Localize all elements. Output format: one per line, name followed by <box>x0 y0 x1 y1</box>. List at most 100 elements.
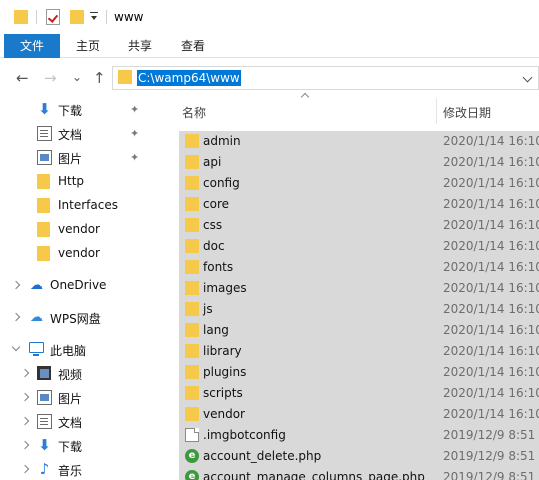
recent-locations-icon[interactable]: ⌄ <box>72 69 82 85</box>
file-name: core <box>203 197 229 211</box>
folder-icon <box>118 70 132 84</box>
folder-icon <box>185 239 199 253</box>
list-item[interactable]: doc 2020/1/14 16:10 <box>179 236 539 257</box>
folder-icon <box>185 344 199 358</box>
folder-icon <box>185 134 199 148</box>
sidebar-item-videos[interactable]: 视频 <box>0 362 146 386</box>
navigation-pane: ⬇ 下载 ✦ 文档 ✦ 图片 ✦ Http Interfaces vendor … <box>0 98 146 480</box>
forward-icon[interactable]: → <box>44 70 57 86</box>
folder-icon <box>185 197 199 211</box>
sidebar-item-label: 文档 <box>58 128 83 142</box>
file-modified-date: 2019/12/9 8:51 <box>443 428 536 442</box>
file-name: config <box>203 176 240 190</box>
sidebar-item-downloads[interactable]: ⬇ 下载 <box>0 434 146 458</box>
chevron-right-icon[interactable] <box>11 312 21 322</box>
sidebar-item-this-pc[interactable]: 此电脑 <box>0 338 146 362</box>
file-modified-date: 2019/12/9 8:51 <box>443 470 536 480</box>
sidebar-item-label: vendor <box>58 246 100 260</box>
file-name: lang <box>203 323 229 337</box>
sidebar-item-vendor[interactable]: vendor <box>0 242 146 266</box>
file-modified-date: 2020/1/14 16:10 <box>443 155 539 169</box>
list-item[interactable]: api 2020/1/14 16:10 <box>179 152 539 173</box>
list-item[interactable]: fonts 2020/1/14 16:10 <box>179 257 539 278</box>
tab-file[interactable]: 文件 <box>4 34 60 58</box>
file-modified-date: 2020/1/14 16:10 <box>443 176 539 190</box>
folder-icon <box>185 302 199 316</box>
list-item[interactable]: images 2020/1/14 16:10 <box>179 278 539 299</box>
chevron-down-icon[interactable] <box>11 342 21 352</box>
sidebar-item-label: 下载 <box>58 104 83 118</box>
folder-icon <box>14 10 28 24</box>
sidebar-item-http[interactable]: Http <box>0 170 146 194</box>
chevron-right-icon[interactable] <box>20 440 30 450</box>
pin-icon[interactable]: ✦ <box>130 104 140 116</box>
sidebar-item-interfaces[interactable]: Interfaces <box>0 194 146 218</box>
file-name: admin <box>203 134 241 148</box>
list-item[interactable]: .imgbotconfig 2019/12/9 8:51 <box>179 425 539 446</box>
file-modified-date: 2020/1/14 16:10 <box>443 239 539 253</box>
videos-icon <box>37 366 51 380</box>
sidebar-item-documents[interactable]: 文档 ✦ <box>0 122 146 146</box>
cloud-icon: ☁ <box>30 278 43 293</box>
address-input[interactable]: C:\wamp64\www <box>137 70 241 86</box>
file-name: doc <box>203 239 225 253</box>
php-file-icon: e <box>185 470 199 480</box>
file-modified-date: 2020/1/14 16:10 <box>443 365 539 379</box>
properties-icon[interactable] <box>46 9 60 25</box>
list-item[interactable]: js 2020/1/14 16:10 <box>179 299 539 320</box>
file-modified-date: 2020/1/14 16:10 <box>443 134 539 148</box>
column-divider[interactable] <box>436 98 437 124</box>
list-item[interactable]: scripts 2020/1/14 16:10 <box>179 383 539 404</box>
download-icon: ⬇ <box>38 436 51 454</box>
sidebar-item-pictures[interactable]: 图片 ✦ <box>0 146 146 170</box>
sidebar-item-pictures[interactable]: 图片 <box>0 386 146 410</box>
new-folder-icon[interactable] <box>70 10 84 24</box>
window-title: www <box>114 10 144 24</box>
folder-icon <box>185 155 199 169</box>
column-header-date[interactable]: 修改日期 <box>443 104 491 121</box>
file-name: .imgbotconfig <box>203 428 286 442</box>
list-item[interactable]: library 2020/1/14 16:10 <box>179 341 539 362</box>
pane-splitter[interactable] <box>146 98 159 480</box>
up-icon[interactable]: ↑ <box>93 70 106 86</box>
list-item[interactable]: e account_manage_columns_page.php 2019/12/… <box>179 467 539 480</box>
pictures-icon <box>37 150 52 165</box>
sidebar-item-documents[interactable]: 文档 <box>0 410 146 434</box>
list-item[interactable]: core 2020/1/14 16:10 <box>179 194 539 215</box>
pin-icon[interactable]: ✦ <box>130 152 140 164</box>
file-name: api <box>203 155 222 169</box>
list-item[interactable]: lang 2020/1/14 16:10 <box>179 320 539 341</box>
list-item[interactable]: plugins 2020/1/14 16:10 <box>179 362 539 383</box>
sidebar-item-onedrive[interactable]: ☁ OneDrive <box>0 274 146 298</box>
sidebar-item-downloads[interactable]: ⬇ 下载 ✦ <box>0 98 146 122</box>
tab-view[interactable]: 查看 <box>166 34 220 58</box>
tab-home[interactable]: 主页 <box>62 34 114 58</box>
back-icon[interactable]: ← <box>16 70 29 86</box>
folder-icon <box>37 174 50 189</box>
tab-share[interactable]: 共享 <box>114 34 166 58</box>
folder-icon <box>185 218 199 232</box>
chevron-right-icon[interactable] <box>11 280 21 290</box>
chevron-right-icon[interactable] <box>20 416 30 426</box>
column-header-name[interactable]: 名称 <box>182 104 206 121</box>
list-item[interactable]: vendor 2020/1/14 16:10 <box>179 404 539 425</box>
folder-icon <box>185 323 199 337</box>
customize-toolbar-icon[interactable] <box>90 12 98 22</box>
list-item[interactable]: admin 2020/1/14 16:10 <box>179 131 539 152</box>
list-item[interactable]: e account_delete.php 2019/12/9 8:51 <box>179 446 539 467</box>
documents-icon <box>37 126 52 141</box>
chevron-right-icon[interactable] <box>20 392 30 402</box>
download-icon: ⬇ <box>38 100 51 118</box>
chevron-right-icon[interactable] <box>20 464 30 474</box>
sidebar-item-vendor[interactable]: vendor <box>0 218 146 242</box>
sidebar-item-wps[interactable]: ☁ WPS网盘 <box>0 306 146 330</box>
sidebar-item-music[interactable]: ♪ 音乐 <box>0 458 146 480</box>
file-name: images <box>203 281 247 295</box>
folder-icon <box>185 365 199 379</box>
list-item[interactable]: config 2020/1/14 16:10 <box>179 173 539 194</box>
list-item[interactable]: css 2020/1/14 16:10 <box>179 215 539 236</box>
file-modified-date: 2020/1/14 16:10 <box>443 323 539 337</box>
sidebar-item-label: 此电脑 <box>50 344 87 358</box>
pin-icon[interactable]: ✦ <box>130 128 140 140</box>
chevron-right-icon[interactable] <box>20 368 30 378</box>
